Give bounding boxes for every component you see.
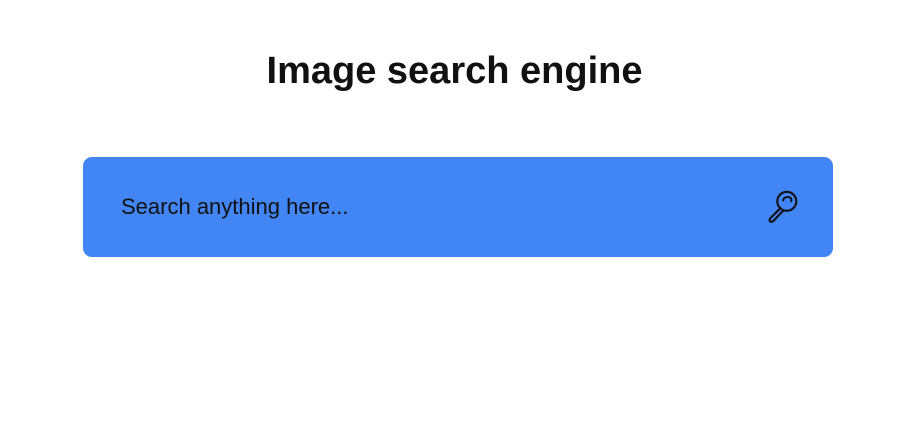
search-input[interactable] (83, 157, 743, 257)
page: Image search engine (0, 0, 909, 428)
search-bar (83, 157, 833, 257)
search-button[interactable] (763, 187, 803, 227)
page-title: Image search engine (266, 50, 643, 92)
search-icon (768, 190, 798, 223)
